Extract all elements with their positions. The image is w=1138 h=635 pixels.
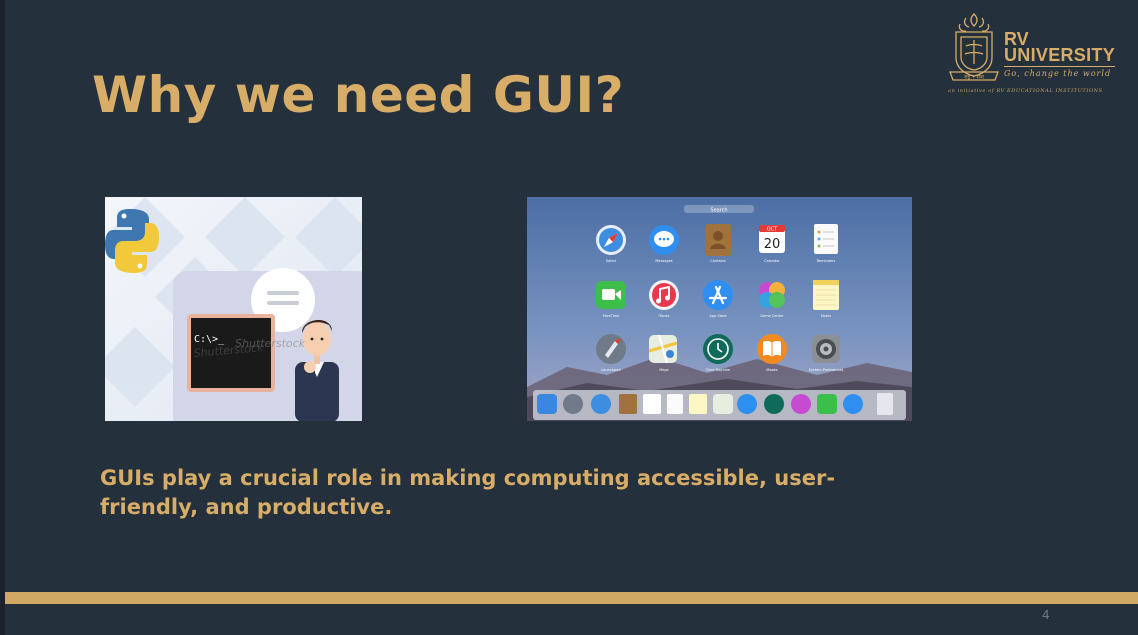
app-label-calendar: Calendar [764, 259, 780, 263]
app-label-maps: Maps [659, 368, 668, 372]
dock-launchpad-icon[interactable] [563, 394, 583, 414]
dock-facetime-icon[interactable] [817, 394, 837, 414]
calendar-month: OCT [767, 227, 778, 233]
page-number: 4 [1042, 608, 1050, 622]
app-label-notes: Notes [821, 314, 831, 318]
emblem-text: राष्ट्र • सेवा [964, 74, 985, 81]
logo-tagline: Go, change the world [1004, 69, 1112, 78]
launchpad-icon[interactable] [596, 334, 626, 364]
app-label-launchpad: Launchpad [601, 368, 620, 372]
slide: Why we need GUI? राष्ट्र • सेवा RV UNIVE… [0, 0, 1138, 635]
dock-trash-icon[interactable] [877, 393, 893, 415]
rv-university-logo: राष्ट्र • सेवा RV UNIVERSITY Go, change … [948, 12, 1116, 96]
dock-contacts-icon[interactable] [619, 394, 637, 414]
macos-launchpad-screenshot: Search OCT 20 Safari Messages Contacts C… [527, 197, 912, 421]
app-label-system-preferences: System Preferences [809, 368, 844, 372]
logo-name-line2: UNIVERSITY [1004, 45, 1116, 67]
dock-app-store-icon[interactable] [737, 394, 757, 414]
dock-maps-icon[interactable] [713, 394, 733, 414]
app-label-itunes: iTunes [658, 314, 669, 318]
dock-time-machine-icon[interactable] [764, 394, 784, 414]
app-label-time-machine: Time Machine [705, 368, 730, 372]
terminal-prompt: C:\>_ [194, 334, 225, 345]
reminders-icon[interactable] [814, 224, 838, 254]
launchpad-graphic: Search OCT 20 Safari Messages Contacts C… [527, 197, 912, 421]
footer-accent-bar [5, 592, 1138, 604]
system-preferences-icon[interactable] [812, 335, 840, 363]
app-label-safari: Safari [606, 259, 616, 263]
maps-icon[interactable] [648, 334, 678, 364]
slide-left-edge [0, 0, 5, 635]
app-label-reminders: Reminders [817, 259, 836, 263]
safari-icon[interactable] [596, 225, 626, 255]
calendar-day: 20 [764, 237, 781, 252]
app-label-contacts: Contacts [710, 259, 726, 263]
messages-icon[interactable] [649, 225, 679, 255]
dock-game-center-icon[interactable] [791, 394, 811, 414]
university-emblem-icon: राष्ट्र • सेवा [949, 13, 999, 81]
dock-finder-icon[interactable] [537, 394, 557, 414]
dock-safari-icon[interactable] [591, 394, 611, 414]
cli-illustration-graphic: C:\>_ Shutterstock Shutterstock [105, 197, 362, 421]
app-label-messages: Messages [655, 259, 672, 263]
dock-messages-icon[interactable] [843, 394, 863, 414]
notes-icon[interactable] [813, 280, 839, 310]
contacts-icon[interactable] [705, 224, 731, 256]
command-line-illustration: C:\>_ Shutterstock Shutterstock [105, 197, 362, 421]
game-center-icon[interactable] [759, 282, 785, 308]
app-label-app-store: App Store [709, 314, 726, 318]
dock-reminders-icon[interactable] [667, 394, 683, 414]
logo-subline: an initiative of RV EDUCATIONAL INSTITUT… [948, 88, 1103, 94]
dock-calendar-icon[interactable] [643, 394, 661, 414]
app-label-game-center: Game Center [760, 314, 784, 318]
ibooks-icon[interactable] [757, 334, 787, 364]
app-label-ibooks: iBooks [766, 368, 778, 372]
app-label-facetime: FaceTime [603, 314, 619, 318]
itunes-icon[interactable] [649, 280, 679, 310]
slide-title: Why we need GUI? [92, 66, 625, 124]
dock-notes-icon[interactable] [689, 394, 707, 414]
calendar-icon[interactable]: OCT 20 [759, 225, 785, 253]
slide-caption: GUIs play a crucial role in making compu… [100, 466, 836, 519]
search-placeholder: Search [710, 208, 727, 214]
app-store-icon[interactable] [703, 280, 733, 310]
time-machine-icon[interactable] [703, 334, 733, 364]
facetime-icon[interactable] [596, 281, 626, 309]
